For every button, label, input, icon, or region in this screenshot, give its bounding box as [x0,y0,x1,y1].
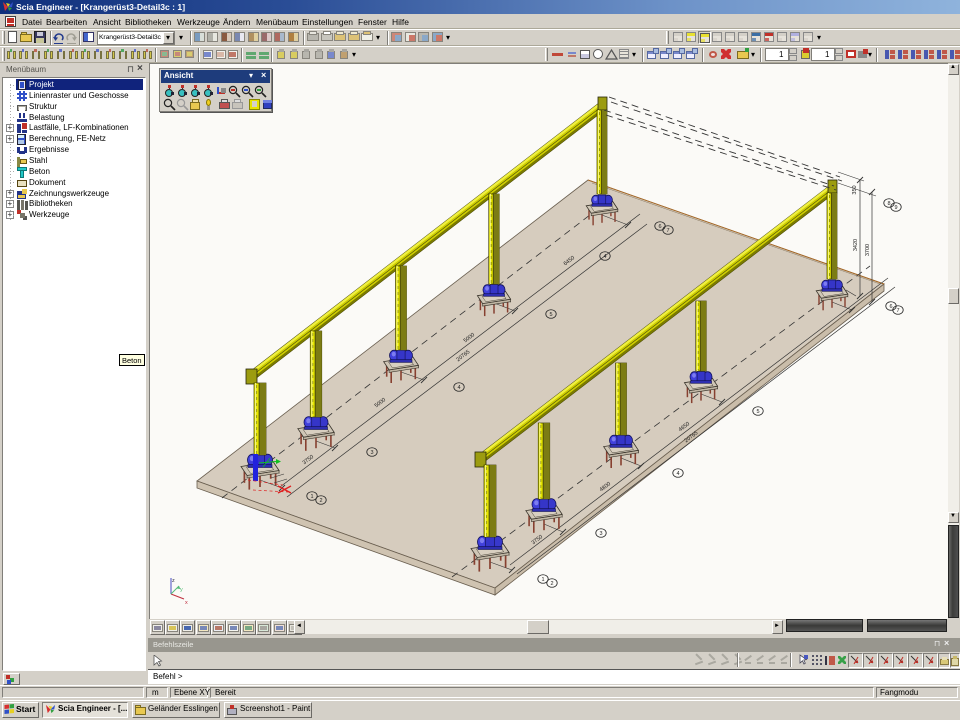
svg-text:6: 6 [889,304,892,310]
svg-text:6: 6 [658,224,661,230]
svg-text:3420: 3420 [853,239,859,251]
svg-text:1: 1 [310,494,313,500]
svg-text:4: 4 [457,385,460,391]
svg-text:4: 4 [676,471,679,477]
svg-text:7: 7 [666,228,669,234]
svg-text:3: 3 [370,450,373,456]
svg-text:4: 4 [603,254,606,260]
svg-text:3700: 3700 [865,244,871,256]
svg-text:350: 350 [852,185,858,194]
svg-text:5: 5 [549,312,552,318]
svg-text:y: y [180,587,183,593]
svg-text:9: 9 [894,205,897,211]
svg-text:2: 2 [319,498,322,504]
svg-text:x: x [185,600,188,606]
svg-text:3: 3 [599,531,602,537]
svg-text:8: 8 [887,201,890,207]
svg-text:7: 7 [896,308,899,314]
svg-text:2: 2 [550,581,553,587]
svg-text:1: 1 [541,577,544,583]
svg-text:z: z [172,578,175,584]
svg-text:5: 5 [756,409,759,415]
